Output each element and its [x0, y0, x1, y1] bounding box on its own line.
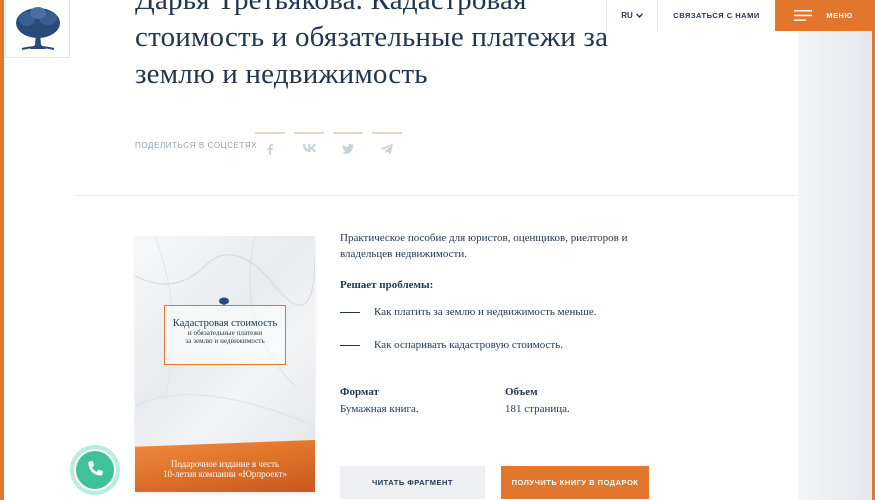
book-intro: Практическое пособие для юристов, оценщи…	[340, 232, 628, 260]
contact-us-button[interactable]: СВЯЗАТЬСЯ С НАМИ	[657, 0, 775, 31]
read-fragment-button[interactable]: ЧИТАТЬ ФРАГМЕНТ	[340, 466, 485, 499]
twitter-icon	[342, 144, 354, 154]
right-gutter	[798, 0, 872, 500]
format-value: Бумажная книга.	[340, 403, 419, 415]
page-title: Дарья Третьякова. Кадастровая стоимость …	[135, 0, 615, 93]
call-button[interactable]	[70, 445, 120, 495]
share-label: ПОДЕЛИТЬСЯ В СОЦСЕТЯХ	[135, 141, 258, 150]
format-label: Формат	[340, 386, 379, 398]
menu-button[interactable]: МЕНЮ	[775, 0, 872, 31]
contact-label: СВЯЗАТЬСЯ С НАМИ	[673, 11, 760, 20]
cover-subtitle-2: за землю и недвижимость	[185, 337, 265, 345]
title-line-3: землю и недвижимость	[135, 58, 428, 90]
dash-icon	[340, 311, 360, 313]
problem-item: Как оспаривать кадастровую стоимость.	[340, 339, 563, 351]
book-cover: Кадастровая стоимость и обязательные пла…	[135, 236, 315, 492]
cover-title: Кадастровая стоимость	[172, 318, 278, 329]
chevron-down-icon	[635, 13, 643, 18]
share-twitter[interactable]	[333, 132, 363, 160]
title-line-1: Дарья Третьякова. Кадастровая	[135, 0, 527, 16]
solves-heading: Решает проблемы:	[340, 279, 434, 291]
section-divider	[75, 195, 798, 196]
phone-icon	[88, 460, 103, 476]
get-gift-button[interactable]: ПОЛУЧИТЬ КНИГУ В ПОДАРОК	[501, 466, 649, 499]
problem-item: Как платить за землю и недвижимость мень…	[340, 306, 597, 318]
call-button-inner	[74, 449, 116, 491]
title-line-2: стоимость и обязательные платежи за	[135, 21, 609, 53]
hamburger-icon	[794, 10, 813, 21]
share-vk[interactable]	[294, 132, 324, 160]
cover-title-box: Кадастровая стоимость и обязательные пла…	[164, 305, 286, 365]
left-gutter	[4, 0, 75, 500]
menu-label: МЕНЮ	[826, 11, 853, 20]
problem-text: Как оспаривать кадастровую стоимость.	[374, 339, 563, 351]
facebook-icon	[267, 144, 273, 155]
top-nav: RU СВЯЗАТЬСЯ С НАМИ МЕНЮ	[606, 0, 872, 31]
telegram-icon	[381, 144, 393, 154]
language-label: RU	[621, 11, 633, 20]
cover-band-line-2: 10-летия компании «Юрпроект»	[163, 469, 287, 479]
share-facebook[interactable]	[255, 132, 285, 160]
vk-icon	[302, 144, 316, 152]
cover-gift-band: Подарочное издание в честь 10-летия комп…	[135, 440, 315, 492]
share-telegram[interactable]	[372, 132, 402, 160]
problem-text: Как платить за землю и недвижимость мень…	[374, 306, 597, 318]
site-logo[interactable]	[5, 0, 70, 58]
dash-icon	[340, 344, 360, 346]
tree-logo-icon	[15, 6, 60, 50]
share-buttons	[255, 132, 402, 160]
cover-subtitle-1: и обязательные платежи	[187, 329, 263, 337]
cover-band-line-1: Подарочное издание в честь	[170, 459, 280, 469]
volume-value: 181 страница.	[505, 403, 570, 415]
volume-label: Объем	[505, 386, 538, 398]
